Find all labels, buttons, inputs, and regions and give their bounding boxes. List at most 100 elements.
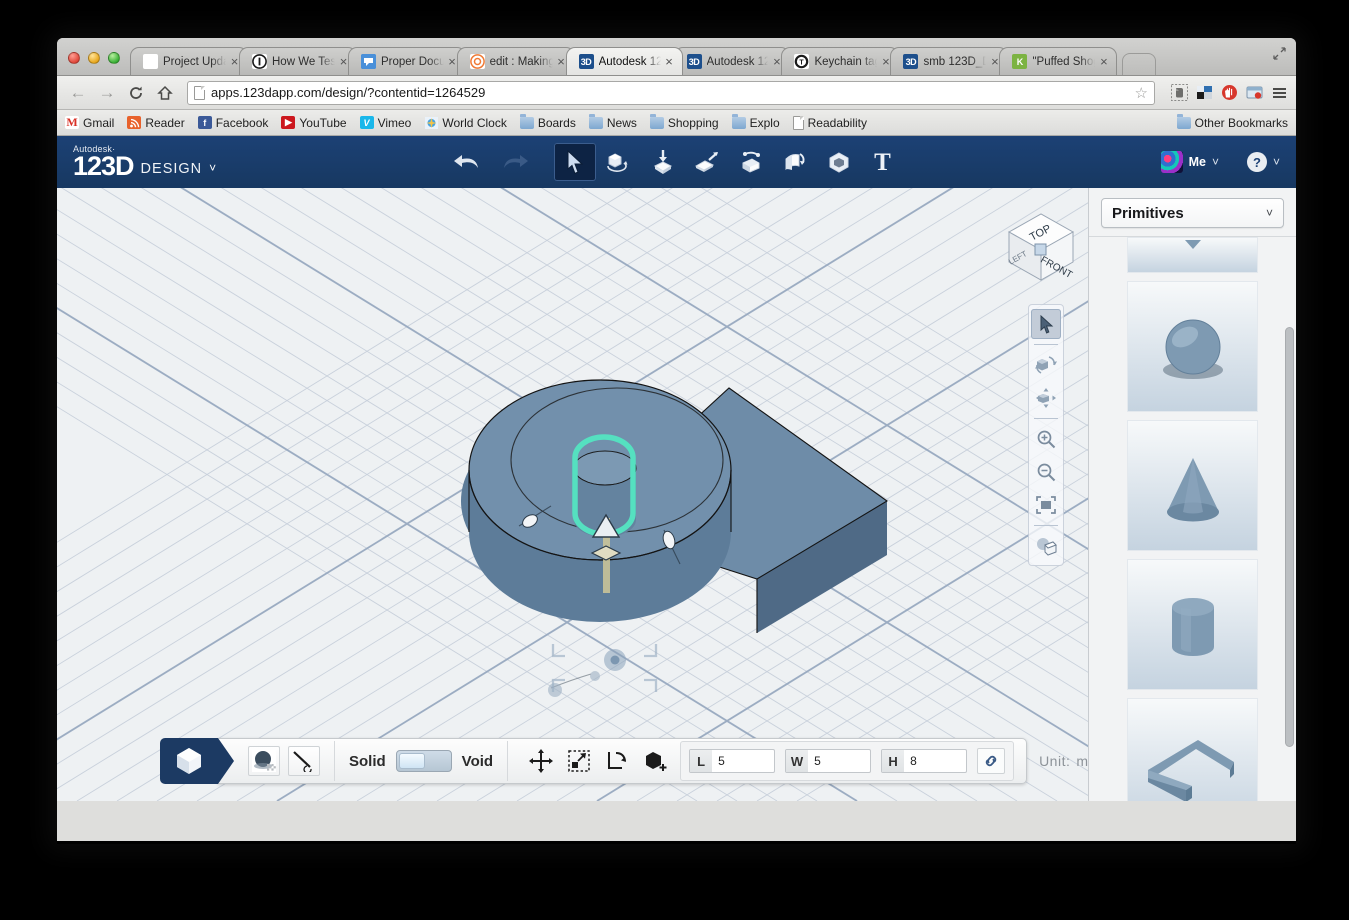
primitives-list[interactable]	[1089, 236, 1296, 801]
pan-icon[interactable]	[1031, 383, 1061, 413]
adblock-icon[interactable]	[1220, 84, 1238, 102]
void-label: Void	[462, 753, 493, 770]
browser-tab[interactable]: T Keychain tag ×	[781, 47, 899, 75]
text-tool-glyph: T	[874, 150, 891, 175]
bookmark-item[interactable]: Boards	[520, 116, 576, 130]
solid-void-toggle[interactable]: Solid Void	[349, 750, 493, 772]
browser-tab[interactable]: 3D Autodesk 12 ×	[674, 47, 791, 75]
view-cube[interactable]: TOP FRONT LEFT	[995, 202, 1087, 288]
scrollbar-thumb[interactable]	[1285, 327, 1294, 747]
bookmark-item[interactable]: World Clock	[424, 116, 506, 130]
scale-button[interactable]	[560, 744, 598, 778]
fullscreen-icon[interactable]	[1267, 47, 1296, 75]
tool-palette: T	[57, 143, 1296, 181]
browser-tab-active[interactable]: 3D Autodesk 12 ×	[566, 47, 683, 75]
bookmark-item[interactable]: Reader	[127, 116, 184, 130]
view-style-icon[interactable]	[1031, 531, 1061, 561]
tab-close-icon[interactable]: ×	[1097, 55, 1110, 68]
width-value[interactable]: 5	[808, 754, 870, 768]
bookmark-item[interactable]: f Facebook	[198, 116, 269, 130]
measure-button[interactable]	[288, 746, 320, 776]
zoom-in-icon[interactable]	[1031, 424, 1061, 454]
width-label: W	[786, 750, 808, 772]
primitives-tool-button[interactable]	[642, 143, 684, 181]
colorpicker-icon[interactable]	[1195, 84, 1213, 102]
redo-button[interactable]	[498, 145, 532, 179]
minimize-window-button[interactable]	[88, 52, 100, 64]
reload-button[interactable]	[123, 80, 149, 106]
undo-button[interactable]	[450, 145, 484, 179]
height-value[interactable]: 8	[904, 754, 966, 768]
material-button[interactable]	[248, 746, 280, 776]
select-tool-button[interactable]	[554, 143, 596, 181]
forward-button[interactable]: →	[94, 80, 120, 106]
folder-icon	[650, 117, 664, 129]
transform-tool-button[interactable]	[598, 143, 640, 181]
bookmark-item[interactable]: Explo	[732, 116, 780, 130]
length-field[interactable]: L 5	[689, 749, 775, 773]
bookmark-label: Vimeo	[378, 116, 412, 130]
zoom-out-icon[interactable]	[1031, 457, 1061, 487]
solid-void-switch[interactable]	[396, 750, 452, 772]
youtube-icon: ▶	[281, 116, 295, 129]
chevron-down-icon: ˅	[1266, 206, 1273, 220]
length-value[interactable]: 5	[712, 754, 774, 768]
folder-icon	[732, 117, 746, 129]
new-tab-button[interactable]	[1122, 53, 1156, 75]
browser-toolbar: ← → apps.123dapp.com/design/?contentid=1…	[57, 76, 1296, 110]
cylinder-primitive[interactable]	[1127, 559, 1258, 690]
tab-title: Autodesk 12	[707, 56, 771, 68]
snap-button[interactable]	[636, 744, 674, 778]
bookmark-label: Readability	[808, 116, 867, 130]
cone-primitive[interactable]	[1127, 420, 1258, 551]
category-select[interactable]: Primitives ˅	[1101, 198, 1284, 228]
bookmark-item[interactable]: ▶ YouTube	[281, 116, 346, 130]
bookmark-item[interactable]: Shopping	[650, 116, 719, 130]
construct-tool-button[interactable]	[730, 143, 772, 181]
bookmark-item[interactable]: V Vimeo	[360, 116, 412, 130]
wedge-primitive[interactable]	[1127, 698, 1258, 801]
sphere-primitive[interactable]	[1127, 281, 1258, 412]
close-window-button[interactable]	[68, 52, 80, 64]
undo-redo-group	[450, 145, 532, 179]
sketch-tool-button[interactable]	[686, 143, 728, 181]
back-button[interactable]: ←	[65, 80, 91, 106]
link-dimensions-button[interactable]	[977, 748, 1005, 774]
browser-tab[interactable]: 3D smb 123D_D ×	[890, 47, 1008, 75]
box-primitive[interactable]	[1127, 237, 1258, 273]
other-bookmarks[interactable]: Other Bookmarks	[1177, 116, 1288, 130]
solid-label: Solid	[349, 753, 386, 770]
home-button[interactable]	[152, 80, 178, 106]
rotate-button[interactable]	[598, 744, 636, 778]
bookmark-item[interactable]: Readability	[793, 116, 867, 130]
pocket-icon[interactable]	[1245, 84, 1263, 102]
browser-tab[interactable]: edit : Making ×	[457, 47, 575, 75]
primitives-cube-button[interactable]	[160, 738, 218, 784]
bookmark-item[interactable]: News	[589, 116, 637, 130]
bookmarks-bar: M Gmail Reader f Facebook ▶ YouTube V Vi…	[57, 110, 1296, 136]
browser-tab[interactable]: How We Test ×	[239, 47, 357, 75]
address-bar[interactable]: apps.123dapp.com/design/?contentid=12645…	[187, 81, 1155, 105]
menu-icon[interactable]	[1270, 84, 1288, 102]
browser-tab[interactable]: K "Puffed Shog ×	[999, 47, 1117, 75]
move-button[interactable]	[522, 744, 560, 778]
text-tool-button[interactable]: T	[862, 143, 904, 181]
modify-tool-button[interactable]	[774, 143, 816, 181]
bookmark-star-icon[interactable]: ☆	[1135, 84, 1148, 102]
orbit-icon[interactable]	[1031, 350, 1061, 380]
fit-to-screen-icon[interactable]	[1031, 490, 1061, 520]
select-cursor-icon[interactable]	[1031, 309, 1061, 339]
evernote-icon[interactable]	[1170, 84, 1188, 102]
browser-tab[interactable]: Proper Docu ×	[348, 47, 466, 75]
browser-tabs: M Project Upda × How We Test × Proper Do…	[130, 47, 1267, 75]
combine-tool-button[interactable]	[818, 143, 860, 181]
width-field[interactable]: W 5	[785, 749, 871, 773]
bottom-toolbar: Solid Void	[160, 738, 1101, 784]
tab-title: Autodesk 12	[599, 56, 663, 68]
height-label: H	[882, 750, 904, 772]
bookmark-item[interactable]: M Gmail	[65, 116, 114, 130]
browser-tab[interactable]: M Project Upda ×	[130, 47, 248, 75]
maximize-window-button[interactable]	[108, 52, 120, 64]
height-field[interactable]: H 8	[881, 749, 967, 773]
tab-close-icon[interactable]: ×	[663, 55, 676, 68]
